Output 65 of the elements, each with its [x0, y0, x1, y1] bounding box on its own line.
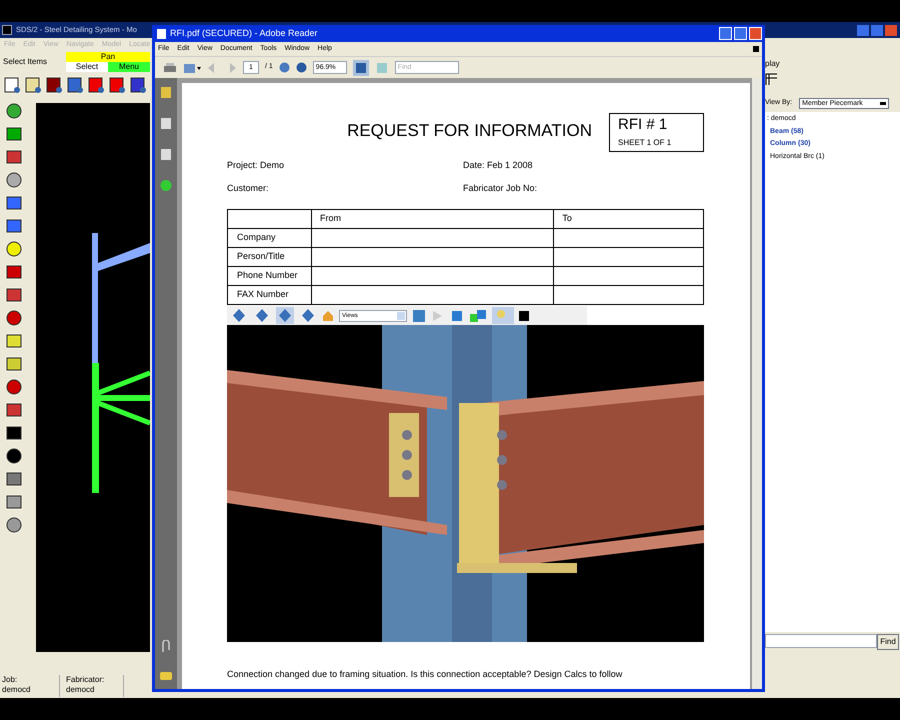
- tool-icon[interactable]: [5, 240, 23, 258]
- tool-icon[interactable]: [5, 332, 23, 350]
- zoom-out-icon[interactable]: [278, 62, 290, 73]
- row-label: Phone Number: [228, 266, 312, 286]
- help-icon[interactable]: [160, 179, 172, 192]
- pages-icon[interactable]: [160, 117, 172, 130]
- sheet-number: SHEET 1 OF 1: [618, 136, 672, 148]
- mode-label: Select Items: [3, 56, 48, 68]
- form-field-label: Date: Feb 1 2008: [463, 159, 534, 172]
- cubes-icon[interactable]: [469, 308, 487, 322]
- layers-icon[interactable]: [160, 148, 172, 161]
- status-value: democd: [2, 685, 32, 695]
- minimize-button[interactable]: [857, 24, 869, 36]
- mode-button[interactable]: Select: [66, 62, 108, 72]
- tool-icon[interactable]: [5, 378, 23, 396]
- color-swatch-icon[interactable]: [519, 310, 529, 320]
- tool-icon[interactable]: [5, 194, 23, 212]
- maximize-button[interactable]: [734, 27, 747, 40]
- window-title: RFI.pdf (SECURED) - Adobe Reader: [170, 26, 318, 40]
- row-label: Company: [228, 228, 312, 248]
- app-icon: [2, 25, 12, 35]
- tool-icon[interactable]: [5, 148, 23, 166]
- find-field[interactable]: [765, 634, 877, 648]
- mode-button[interactable]: Pan: [66, 52, 150, 62]
- tool-icon[interactable]: [5, 125, 23, 143]
- section-label: play: [765, 58, 781, 70]
- status-label: Job:: [2, 675, 18, 685]
- status-value: democd: [66, 685, 96, 695]
- tool-icon[interactable]: [5, 102, 23, 120]
- form-field-label: Fabricator Job No:: [463, 182, 538, 194]
- restore-button[interactable]: [871, 24, 883, 36]
- tool-icon[interactable]: [5, 401, 23, 419]
- tool-icon[interactable]: [5, 263, 23, 281]
- rfi-number: RFI # 1: [618, 115, 668, 135]
- paperclip-icon[interactable]: [160, 640, 172, 653]
- column-header: To: [554, 210, 704, 228]
- lock-icon[interactable]: [160, 86, 172, 99]
- close-button[interactable]: [885, 24, 897, 36]
- close-button[interactable]: [749, 27, 762, 40]
- document-heading: REQUEST FOR INFORMATION: [347, 120, 592, 142]
- tool-icon[interactable]: [5, 493, 23, 511]
- tool-icon[interactable]: [5, 516, 23, 534]
- mode-button[interactable]: Menu: [108, 62, 150, 72]
- tool-icon[interactable]: [5, 424, 23, 442]
- tool-icon[interactable]: [5, 470, 23, 488]
- tool-icon[interactable]: [5, 286, 23, 304]
- fit-page-icon[interactable]: [352, 60, 369, 76]
- find-button[interactable]: Find: [877, 634, 899, 650]
- caption: Connection changed due to framing situation. Is this connection acceptable? Design Calcs to follow: [227, 668, 624, 681]
- move-icon[interactable]: [276, 307, 294, 324]
- form-field-label: Project: Demo: [227, 159, 286, 172]
- tool-icon[interactable]: [5, 309, 23, 327]
- tool-icon[interactable]: [5, 217, 23, 235]
- tool-icon[interactable]: [5, 171, 23, 189]
- tool-icon[interactable]: [5, 447, 23, 465]
- column-header: From: [312, 210, 554, 228]
- status-label: Fabricator:: [66, 675, 106, 685]
- form-field-label: Customer:: [227, 182, 270, 194]
- row-label: FAX Number: [228, 286, 312, 304]
- zoom-in-icon[interactable]: [296, 62, 307, 73]
- tool-icon[interactable]: [5, 355, 23, 373]
- pdf-icon: [157, 28, 166, 38]
- minimize-button[interactable]: [719, 27, 732, 40]
- row-label: Person/Title: [228, 248, 312, 266]
- print-icon[interactable]: [163, 62, 177, 74]
